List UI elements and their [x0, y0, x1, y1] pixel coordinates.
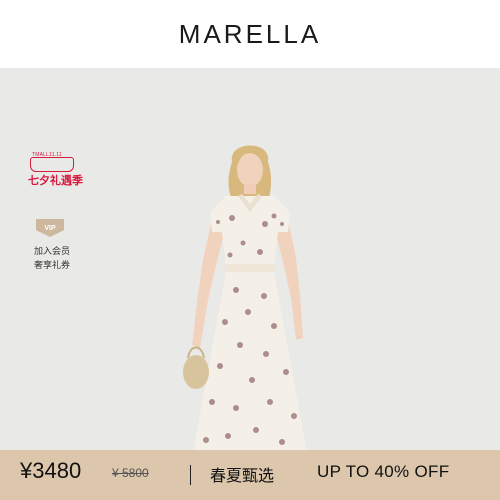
promo-title: 春夏甄选: [210, 466, 275, 485]
woven-bag: [183, 355, 209, 389]
header: MARELLA: [0, 0, 500, 68]
brand-logo: MARELLA: [178, 18, 322, 49]
divider: [190, 465, 191, 485]
product-image-area[interactable]: TMALL11.11 七夕礼遇季 VIP 加入会员 奢享礼券: [0, 68, 500, 450]
dress-skirt: [193, 272, 307, 450]
original-price: ¥ 5800: [112, 466, 149, 480]
current-price: ¥3480: [20, 458, 82, 483]
promo-badge[interactable]: TMALL11.11 七夕礼遇季: [22, 152, 84, 187]
face-shape: [237, 153, 263, 187]
join-member-text[interactable]: 加入会员: [24, 244, 80, 257]
cart-icon: [30, 157, 74, 172]
price-bar[interactable]: ¥3480 ¥ 5800 春夏甄选 UP TO 40% OFF: [0, 450, 500, 500]
promo-main-text: 七夕礼遇季: [28, 174, 83, 187]
product-model-image: [183, 145, 307, 450]
discount-offer: UP TO 40% OFF: [317, 462, 450, 481]
vip-icon[interactable]: VIP: [36, 219, 64, 237]
coupon-text[interactable]: 奢享礼券: [24, 258, 80, 271]
